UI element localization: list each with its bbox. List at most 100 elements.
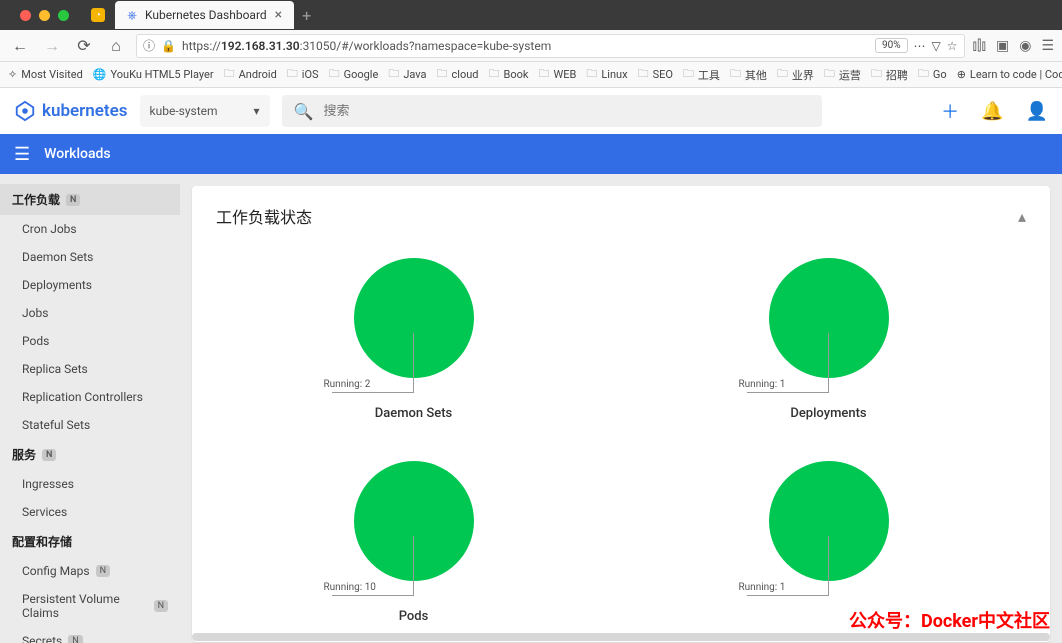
bookmark-item[interactable]: ✧Most Visited <box>8 68 83 81</box>
account-icon[interactable]: 👤 <box>1026 101 1048 122</box>
chevron-down-icon: ▾ <box>254 104 260 118</box>
sidebar-item-daemonsets[interactable]: Daemon Sets <box>0 243 180 271</box>
n-badge: N <box>66 194 80 206</box>
sidebar-item-ingresses[interactable]: Ingresses <box>0 470 180 498</box>
search-icon: 🔍 <box>294 102 314 121</box>
namespace-select[interactable]: kube-system ▾ <box>140 95 270 127</box>
horizontal-scrollbar[interactable] <box>192 633 1050 641</box>
sidebar-item-services[interactable]: 服务 N <box>0 439 180 470</box>
n-badge: N <box>42 449 56 461</box>
forward-button[interactable]: → <box>40 34 64 58</box>
tab-favicon-icon: ⎈ <box>125 8 139 22</box>
collapse-icon[interactable]: ▴ <box>1018 207 1026 226</box>
bookmark-item[interactable]: 🗀其他 <box>730 65 767 84</box>
sidebar-item-services-sub[interactable]: Services <box>0 498 180 526</box>
tab-other[interactable]: ◔ <box>81 1 115 29</box>
chart-deployments: Running: 1 Deployments <box>699 258 959 421</box>
home-button[interactable]: ⌂ <box>104 34 128 58</box>
workload-status-card: 工作负载状态 ▴ Running: 2 Daemon Sets <box>192 186 1050 642</box>
more-url-icon[interactable]: ⋯ <box>914 39 926 53</box>
pie-chart-icon <box>769 258 889 378</box>
chart-name: Daemon Sets <box>375 406 452 421</box>
chart-replicasets: Running: 1 <box>699 461 959 624</box>
section-title: Workloads <box>44 146 110 162</box>
folder-icon: 🗀 <box>388 65 399 84</box>
sidebar-item-replicationcontrollers[interactable]: Replication Controllers <box>0 383 180 411</box>
sidebar-item-config[interactable]: 配置和存储 <box>0 526 180 557</box>
pie-chart-icon <box>354 461 474 581</box>
minimize-window-icon[interactable] <box>39 10 50 21</box>
new-tab-button[interactable]: + <box>294 6 319 25</box>
bookmark-item[interactable]: 🗀WEB <box>538 65 576 84</box>
brand-logo[interactable]: kubernetes <box>14 100 128 122</box>
sidebar-item-cronjobs[interactable]: Cron Jobs <box>0 215 180 243</box>
n-badge: N <box>154 600 168 612</box>
sidebar-item-replicasets[interactable]: Replica Sets <box>0 355 180 383</box>
close-tab-icon[interactable]: × <box>273 7 284 23</box>
chart-daemonsets: Running: 2 Daemon Sets <box>284 258 544 421</box>
browser-toolbar: ← → ⟳ ⌂ ⓘ 🔒 https://192.168.31.30:31050/… <box>0 30 1062 62</box>
sidebar-item-secrets[interactable]: Secrets N <box>0 627 180 643</box>
bookmark-item[interactable]: 🗀招聘 <box>871 65 908 84</box>
menu-icon[interactable]: ☰ <box>1041 38 1054 54</box>
bookmark-item[interactable]: 🌐YouKu HTML5 Player <box>93 68 214 81</box>
leader-line <box>332 392 414 393</box>
folder-icon: 🗀 <box>777 65 788 84</box>
bell-icon[interactable]: 🔔 <box>981 101 1003 122</box>
star-icon: ✧ <box>8 68 17 81</box>
reload-button[interactable]: ⟳ <box>72 34 96 58</box>
address-bar[interactable]: ⓘ 🔒 https://192.168.31.30:31050/#/worklo… <box>136 34 965 58</box>
card-title: 工作负载状态 <box>216 204 312 228</box>
sidebar-item-deployments[interactable]: Deployments <box>0 271 180 299</box>
sidebar-item-pvc[interactable]: Persistent Volume Claims N <box>0 585 180 627</box>
library-icon[interactable]: ⫾⫿⫾ <box>973 38 986 54</box>
bookmark-item[interactable]: 🗀Book <box>489 65 529 84</box>
tab-kubernetes[interactable]: ⎈ Kubernetes Dashboard × <box>115 1 294 29</box>
folder-icon: 🗀 <box>329 65 340 84</box>
bookmark-item[interactable]: ⊕Learn to code | Cod... <box>957 68 1062 81</box>
main-layout: 工作负载 N Cron Jobs Daemon Sets Deployments… <box>0 174 1062 643</box>
sidebar-item-configmaps[interactable]: Config Maps N <box>0 557 180 585</box>
bookmark-item[interactable]: 🗀iOS <box>287 65 319 84</box>
search-box[interactable]: 🔍 <box>282 95 822 127</box>
n-badge: N <box>96 565 110 577</box>
hamburger-icon[interactable]: ☰ <box>14 144 30 165</box>
zoom-badge[interactable]: 90% <box>875 38 908 53</box>
extension-icon[interactable]: ◉ <box>1019 38 1031 54</box>
bookmark-item[interactable]: 🗀Google <box>329 65 379 84</box>
bookmark-item[interactable]: 🗀Go <box>918 65 947 84</box>
sidebar-item-jobs[interactable]: Jobs <box>0 299 180 327</box>
watermark-text: 公众号：Docker中文社区 <box>849 607 1050 633</box>
close-window-icon[interactable] <box>20 10 31 21</box>
sidebar-item-statefulsets[interactable]: Stateful Sets <box>0 411 180 439</box>
pie-chart-icon <box>769 461 889 581</box>
bookmark-item[interactable]: 🗀SEO <box>638 65 673 84</box>
bookmark-item[interactable]: 🗀Linux <box>586 65 627 84</box>
folder-icon: 🗀 <box>871 65 882 84</box>
bookmark-item[interactable]: 🗀业界 <box>777 65 814 84</box>
tab-favicon-icon: ◔ <box>91 8 105 22</box>
bookmark-item[interactable]: 🗀工具 <box>683 65 720 84</box>
bookmark-item[interactable]: 🗀Android <box>224 65 277 84</box>
folder-icon: 🗀 <box>437 65 448 84</box>
bookmark-star-icon[interactable]: ☆ <box>947 39 958 53</box>
back-button[interactable]: ← <box>8 34 32 58</box>
bookmark-item[interactable]: 🗀Java <box>388 65 426 84</box>
folder-icon: 🗀 <box>918 65 929 84</box>
sidebar-item-pods[interactable]: Pods <box>0 327 180 355</box>
maximize-window-icon[interactable] <box>58 10 69 21</box>
folder-icon: 🗀 <box>224 65 235 84</box>
chart-name: Pods <box>399 609 429 624</box>
leader-line <box>747 595 829 596</box>
search-input[interactable] <box>323 104 809 119</box>
bookmark-item[interactable]: 🗀cloud <box>437 65 479 84</box>
bookmark-item[interactable]: 🗀运营 <box>824 65 861 84</box>
folder-icon: 🗀 <box>638 65 649 84</box>
add-button[interactable]: ＋ <box>941 98 959 124</box>
reader-icon[interactable]: ▽ <box>932 39 941 53</box>
bookmarks-bar: ✧Most Visited 🌐YouKu HTML5 Player 🗀Andro… <box>0 62 1062 88</box>
window-controls <box>8 10 81 21</box>
k8s-header: kubernetes kube-system ▾ 🔍 ＋ 🔔 👤 <box>0 88 1062 134</box>
sidebar-icon[interactable]: ▣ <box>996 38 1009 54</box>
sidebar-item-workloads[interactable]: 工作负载 N <box>0 184 180 215</box>
